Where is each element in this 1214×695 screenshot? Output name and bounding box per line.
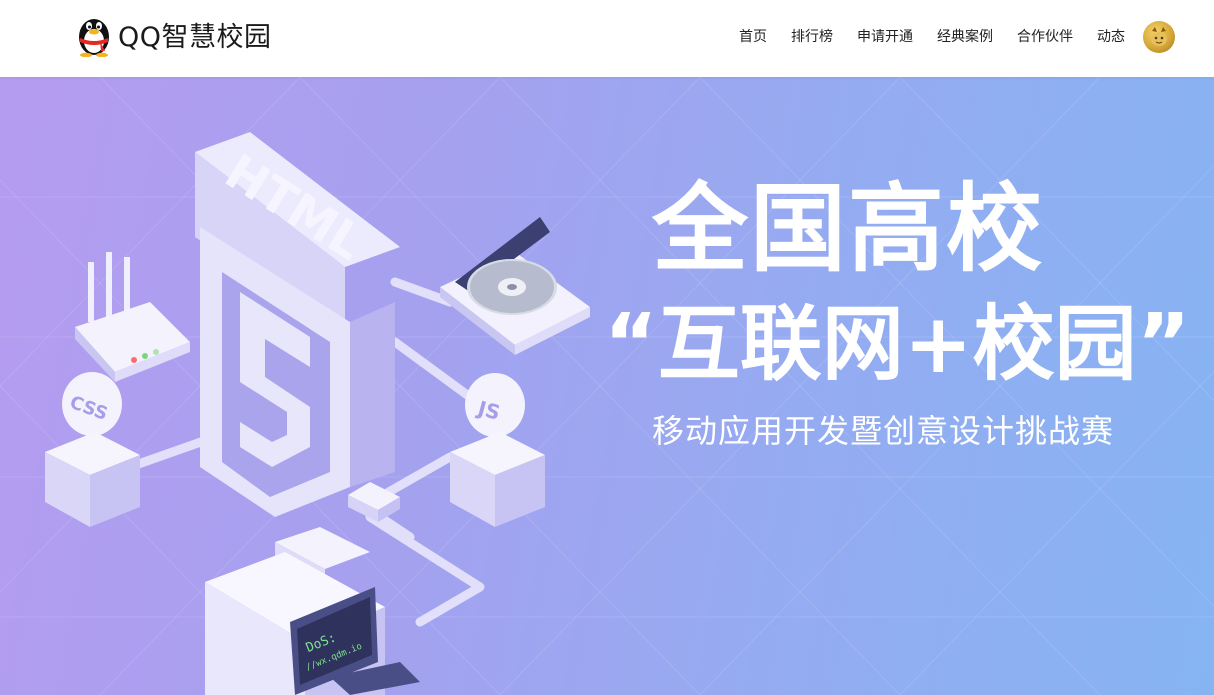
- hero-subtitle: “互联网+校园”: [604, 297, 1191, 392]
- nav-item-home[interactable]: 首页: [739, 26, 767, 48]
- main-nav: 首页 排行榜 申请开通 经典案例 合作伙伴 动态: [739, 26, 1125, 48]
- nav-item-partners[interactable]: 合作伙伴: [1017, 26, 1073, 48]
- nav-item-ranking[interactable]: 排行榜: [791, 26, 833, 48]
- tech-illustration: CSS HTML JS DoS: //wx.qdm.io: [45, 132, 590, 695]
- nav-item-news[interactable]: 动态: [1097, 26, 1125, 48]
- html5-shield-illustration: HTML: [195, 132, 400, 517]
- router-illustration: [75, 252, 190, 382]
- nav-item-apply[interactable]: 申请开通: [857, 26, 913, 48]
- cd-drive-illustration: [440, 217, 590, 355]
- top-navbar: QQ智慧校园 首页 排行榜 申请开通 经典案例 合作伙伴 动态: [0, 0, 1214, 77]
- hero-tagline: 移动应用开发暨创意设计挑战赛: [652, 412, 1115, 450]
- hero-banner[interactable]: CSS HTML JS DoS: //wx.qdm.io 全国高校 “互联网+校…: [0, 77, 1214, 695]
- qq-penguin-icon: [79, 19, 109, 57]
- hero-title: 全国高校: [652, 173, 1044, 285]
- nav-item-cases[interactable]: 经典案例: [937, 26, 993, 48]
- user-avatar-icon[interactable]: [1143, 21, 1175, 53]
- computer-illustration: DoS: //wx.qdm.io: [205, 527, 420, 695]
- css-cube-illustration: CSS: [45, 372, 140, 527]
- avatar-face-icon: [1151, 27, 1167, 46]
- site-logo[interactable]: QQ智慧校园: [74, 10, 272, 58]
- site-logo-text: QQ智慧校园: [118, 21, 272, 53]
